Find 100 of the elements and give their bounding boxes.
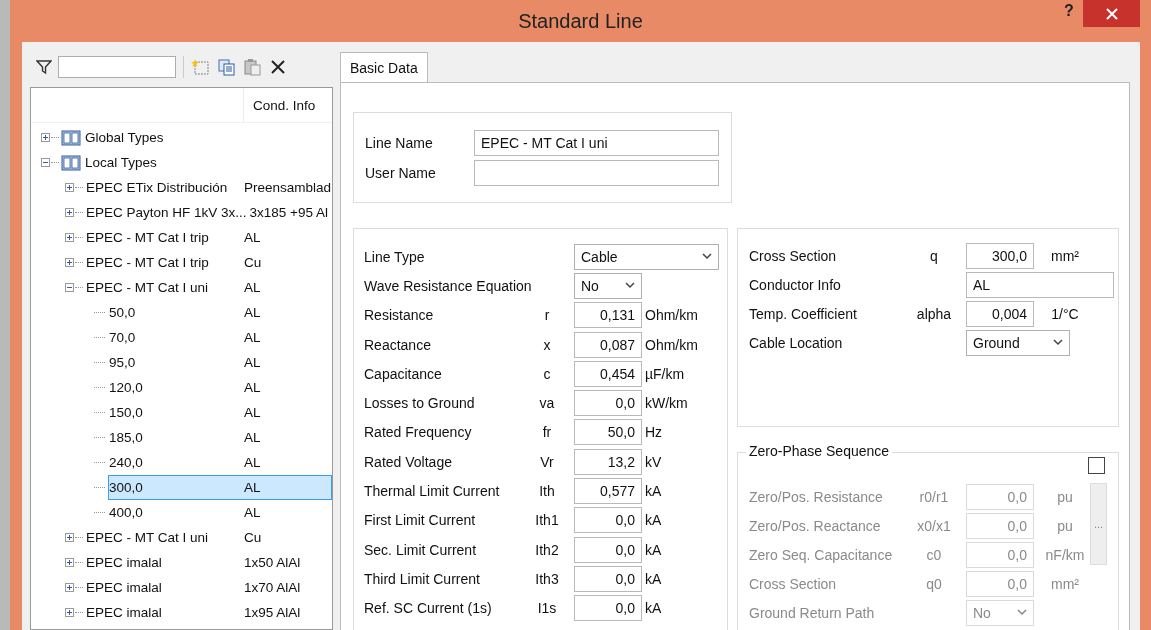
number-field[interactable]: 0,131 (574, 302, 642, 329)
symbol-label: x0/x1 (916, 518, 952, 535)
copy-icon[interactable] (217, 58, 237, 76)
tree-item[interactable]: Local Types (84, 150, 332, 175)
chevron-icon (702, 253, 712, 261)
expander-icon[interactable] (65, 208, 74, 217)
number-field[interactable]: 0,087 (574, 331, 642, 358)
field-label: Losses to Ground (364, 395, 476, 412)
expander-icon[interactable] (65, 558, 74, 567)
field-label: Zero/Pos. Reactance (749, 518, 882, 535)
tree-item[interactable]: 400,0 AL (108, 500, 332, 525)
field-label: Zero Seq. Capacitance (749, 547, 894, 563)
book-icon (61, 129, 81, 146)
group-title: Zero-Phase Sequence (746, 443, 893, 459)
tree-item[interactable]: 50,0 AL (108, 300, 332, 325)
expander-icon[interactable] (41, 133, 50, 142)
tree-item[interactable]: Global Types (84, 125, 332, 150)
dropdown[interactable]: No (574, 272, 642, 299)
symbol-label: q0 (925, 575, 943, 592)
symbol-label: Ith (538, 483, 556, 499)
chevron-icon (1017, 609, 1027, 617)
book-icon (61, 154, 81, 171)
number-field[interactable]: 0,0 (966, 484, 1034, 511)
symbol-label: Ith1 (534, 512, 560, 529)
expander-icon[interactable] (65, 183, 74, 192)
dropdown[interactable]: Cable (574, 243, 719, 270)
tree-item[interactable]: EPEC imalal 1x50 AlAl (85, 550, 332, 575)
tree-item[interactable]: EPEC - MT Cat I trip Cu (85, 250, 332, 275)
expander-icon[interactable] (65, 608, 74, 617)
unit-label: 1/°C (1050, 306, 1080, 322)
number-field[interactable]: 13,2 (574, 448, 642, 475)
unit-label: kA (644, 600, 663, 617)
number-field[interactable]: 0,0 (574, 507, 642, 534)
dropdown[interactable]: No (966, 599, 1034, 626)
number-field[interactable]: 300,0 (966, 243, 1034, 270)
tree-item[interactable]: 120,0 AL (108, 375, 332, 400)
field-label: User Name (365, 165, 437, 181)
expander-icon[interactable] (65, 258, 74, 267)
tree-item[interactable]: EPEC - MT Cat I uni AL (85, 275, 332, 300)
unit-label: kA (644, 570, 663, 587)
tree-item[interactable]: 185,0 AL (108, 425, 332, 450)
tree-item[interactable]: 240,0 AL (108, 450, 332, 475)
expander-icon[interactable] (65, 583, 74, 592)
field-label: Third Limit Current (364, 570, 481, 587)
field-label: Zero/Pos. Resistance (749, 489, 884, 506)
window-title: Standard Line (518, 10, 643, 33)
text-field[interactable]: AL (966, 272, 1114, 299)
tree-item[interactable]: 70,0 AL (108, 325, 332, 350)
number-field[interactable]: 0,0 (574, 565, 642, 592)
number-field[interactable]: 0,0 (966, 513, 1034, 540)
tree-item[interactable]: 300,0 AL (108, 475, 332, 500)
checkbox[interactable] (1088, 457, 1105, 474)
tree-item[interactable]: EPEC ETix Distribución Preensamblad (85, 175, 332, 200)
tree-item[interactable]: EPEC - MT Cat I uni Cu (85, 525, 332, 550)
text-field[interactable] (474, 160, 719, 186)
text-field[interactable]: EPEC - MT Cat I uni (474, 130, 719, 156)
number-field[interactable]: 0,0 (574, 536, 642, 563)
unit-label: nF/km (1044, 547, 1086, 563)
field-label: Conductor Info (749, 277, 842, 294)
expander-icon[interactable] (65, 533, 74, 542)
unit-label: kA (644, 483, 663, 499)
symbol-label: Ith3 (534, 570, 560, 587)
unit-label: kV (644, 453, 663, 470)
expander-icon[interactable] (65, 283, 74, 292)
number-field[interactable]: 0,577 (574, 478, 642, 504)
expander-icon[interactable] (65, 233, 74, 242)
close-icon (1105, 7, 1118, 20)
tree-item[interactable]: EPEC Payton HF 1kV 3x... 3x185 +95 Al (85, 200, 332, 225)
symbol-label: r0/r1 (918, 489, 950, 506)
field-label: Rated Voltage (364, 453, 453, 470)
close-button[interactable] (1083, 0, 1140, 27)
field-label: Rated Frequency (364, 424, 473, 441)
number-field[interactable]: 0,454 (574, 360, 642, 387)
tab[interactable]: Basic Data (340, 52, 428, 82)
tree-item[interactable]: 95,0 AL (108, 350, 332, 375)
symbol-label: x (542, 336, 552, 353)
unit-label: kA (644, 541, 663, 558)
tree-item[interactable]: EPEC imalal 1x95 AlAl (85, 600, 332, 625)
column-header[interactable]: Cond. Info (244, 88, 332, 122)
symbol-label: q (929, 248, 939, 265)
filter-icon[interactable] (36, 59, 52, 75)
field-label: Cross Section (749, 248, 838, 265)
filter-field[interactable] (58, 56, 176, 78)
number-field[interactable]: 0,0 (574, 595, 642, 622)
number-field[interactable]: 0,004 (966, 301, 1034, 327)
help-button[interactable]: ? (1060, 2, 1078, 20)
field-label: Reactance (364, 336, 432, 353)
dropdown[interactable]: Ground (966, 329, 1070, 356)
unit-label: pu (1056, 489, 1074, 506)
delete-icon[interactable] (269, 58, 287, 76)
tree-item[interactable]: EPEC imalal 1x70 AlAl (85, 575, 332, 600)
number-field[interactable]: 50,0 (574, 419, 642, 446)
field-label: Resistance (364, 307, 435, 324)
tree-item[interactable]: EPEC - MT Cat I trip AL (85, 225, 332, 250)
expander-icon[interactable] (41, 158, 50, 167)
tree-item[interactable]: 150,0 AL (108, 400, 332, 425)
number-field[interactable]: 0,0 (574, 390, 642, 417)
number-field[interactable]: 0,0 (966, 542, 1034, 568)
number-field[interactable]: 0,0 (966, 570, 1034, 597)
symbol-label: c (542, 365, 552, 382)
